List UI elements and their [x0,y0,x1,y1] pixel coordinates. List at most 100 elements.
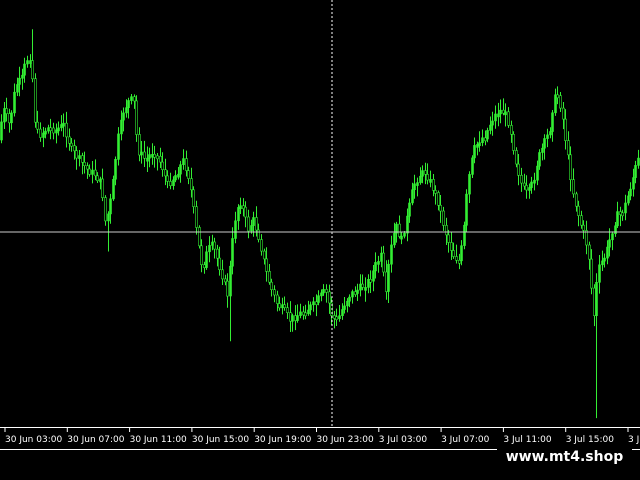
candle-body-239 [621,212,624,217]
candle-body-194 [504,111,507,116]
candle-body-173 [450,242,453,251]
candle-body-188 [489,124,492,131]
candle-body-199 [517,163,520,176]
candle-body-31 [81,155,84,163]
candle-body-10 [26,60,29,65]
candle-body-86 [224,278,227,283]
candle-body-87 [226,280,229,297]
candle-body-114 [296,315,299,321]
candle-body-98 [255,217,258,231]
candle-body-195 [507,111,510,126]
candle-body-107 [278,303,281,309]
candle-body-153 [398,223,401,237]
chart-svg[interactable]: 30 Jun 03:00 30 Jun 07:00 30 Jun 11:00 30 J… [0,0,640,480]
candle-body-181 [471,157,474,175]
candle-body-166 [432,179,435,191]
candle-body-9 [23,63,26,76]
candle-body-131 [341,309,344,316]
candle-body-90 [234,220,237,239]
candle-body-124 [322,289,325,294]
candle-body-204 [530,181,533,188]
candle-body-158 [411,189,414,204]
candle-body-174 [452,250,455,257]
candle-body-4 [10,112,13,124]
candle-body-129 [335,316,338,321]
candle-body-93 [242,205,245,209]
candle-body-85 [221,269,224,280]
candle-body-15 [39,128,42,138]
candle-body-42 [109,198,112,215]
candle-body-154 [400,235,403,240]
candle-body-145 [377,261,380,265]
candle-body-125 [325,289,328,293]
x-tick-label-6: 3 Jul 03:00 [379,435,428,445]
candle-body-82 [213,241,216,250]
x-tick-label-3: 30 Jun 15:00 [192,435,249,445]
candle-body-229 [595,281,598,316]
candle-body-139 [361,283,364,288]
candle-body-243 [632,177,635,190]
candle-body-76 [198,227,201,247]
candle-body-52 [135,100,138,135]
candle-body-41 [107,213,110,222]
candle-body-68 [177,173,180,178]
candle-body-36 [94,169,97,177]
candle-body-160 [416,182,419,186]
candle-body-122 [317,295,320,303]
candle-body-221 [575,193,578,207]
candle-body-57 [148,154,151,159]
candle-body-26 [68,136,71,144]
candle-body-233 [606,246,609,259]
candle-body-184 [478,142,481,146]
candle-body-38 [99,178,102,183]
x-tick-label-1: 30 Jun 07:00 [67,435,124,445]
x-tick-label-0: 30 Jun 03:00 [5,435,62,445]
candle-body-32 [83,162,86,167]
candle-body-198 [515,150,518,165]
candle-body-45 [117,133,120,160]
candle-body-171 [445,225,448,236]
candle-body-217 [564,118,567,141]
candle-body-244 [634,165,637,178]
candle-body-164 [426,174,429,181]
candle-body-8 [21,74,24,79]
candle-body-54 [140,151,143,156]
candle-body-77 [200,245,203,266]
x-tick-label-4: 30 Jun 19:00 [254,435,311,445]
candle-body-81 [211,241,214,246]
candle-body-115 [299,311,302,316]
candle-body-58 [151,154,154,158]
candle-body-79 [205,251,208,268]
candle-body-120 [312,301,315,306]
price-chart[interactable]: 30 Jun 03:00 30 Jun 07:00 30 Jun 11:00 30 J… [0,0,640,480]
x-tick-label-5: 30 Jun 23:00 [317,435,374,445]
candle-body-169 [439,205,442,212]
candle-body-202 [525,185,528,191]
candle-body-206 [536,165,539,181]
candle-body-55 [143,151,146,159]
candle-body-117 [304,312,307,317]
candle-body-235 [611,233,614,241]
candle-body-200 [520,175,523,184]
candle-body-95 [247,216,250,232]
candle-body-223 [580,215,583,226]
candle-body-109 [283,304,286,309]
candle-body-14 [36,121,39,130]
candle-body-232 [603,257,606,262]
candle-body-25 [65,122,68,138]
candle-body-1 [3,108,6,123]
candle-body-6 [16,84,19,93]
candle-body-43 [112,179,115,200]
candle-body-100 [260,239,263,252]
candle-body-168 [437,192,440,206]
candle-body-37 [96,175,99,182]
candle-body-242 [629,188,632,197]
candle-body-132 [343,305,346,310]
candle-body-170 [442,210,445,226]
candle-body-92 [239,205,242,209]
candle-body-123 [320,292,323,297]
candle-body-196 [510,125,513,135]
candle-body-71 [185,158,188,171]
watermark-text: www.mt4.shop [497,444,632,470]
candle-body-28 [73,145,76,152]
